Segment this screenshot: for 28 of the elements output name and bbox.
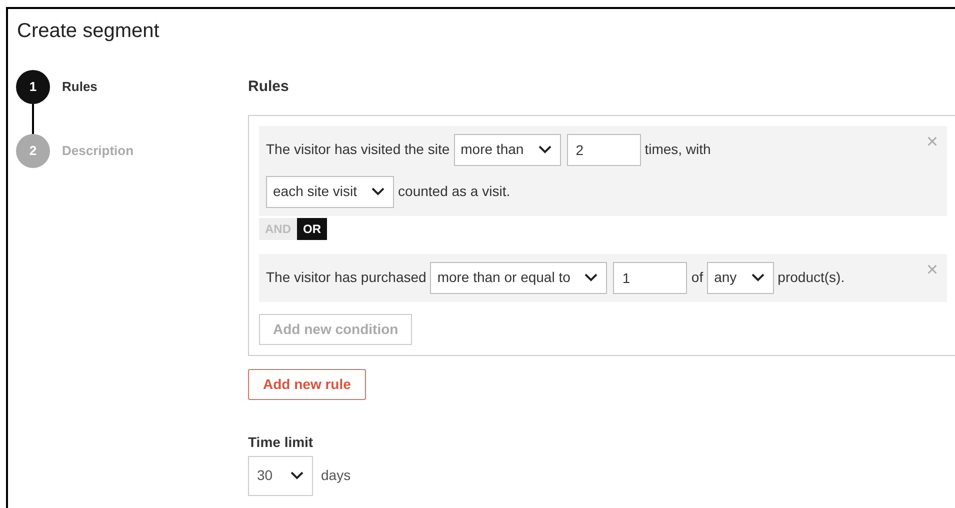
- time-limit-dropdown[interactable]: 30: [248, 456, 313, 496]
- dropdown[interactable]: any: [707, 262, 774, 294]
- step-number: 1: [16, 70, 50, 104]
- chevron-down-icon: [371, 187, 386, 196]
- condition-text: The visitor has purchased: [266, 268, 426, 287]
- operator-toggle[interactable]: OR: [297, 218, 327, 240]
- step-connector: [32, 104, 34, 134]
- number-field[interactable]: 2: [566, 134, 641, 166]
- dropdown[interactable]: more than: [454, 134, 561, 166]
- number-field[interactable]: 1: [613, 262, 688, 294]
- condition-text: The visitor has visited the site: [266, 140, 450, 159]
- add-rule-button[interactable]: Add new rule: [248, 368, 366, 400]
- condition-text: counted as a visit.: [398, 182, 510, 201]
- step-number: 2: [16, 134, 50, 168]
- condition-text: of: [691, 268, 704, 287]
- chevron-down-icon: [584, 273, 598, 282]
- unit-label: days: [321, 466, 351, 485]
- chevron-down-icon: [750, 273, 765, 282]
- chevron-down-icon: [538, 145, 552, 154]
- page-title: Create segment: [17, 19, 160, 44]
- chevron-down-icon: [290, 471, 304, 480]
- dropdown[interactable]: each site visit: [266, 176, 394, 208]
- time-limit-label: Time limit: [248, 432, 314, 452]
- step-label[interactable]: Rules: [62, 77, 98, 97]
- dropdown[interactable]: more than or equal to: [430, 262, 608, 294]
- condition-text: product(s).: [778, 268, 845, 287]
- section-heading: Rules: [248, 77, 289, 97]
- condition-text: times, with: [644, 140, 711, 159]
